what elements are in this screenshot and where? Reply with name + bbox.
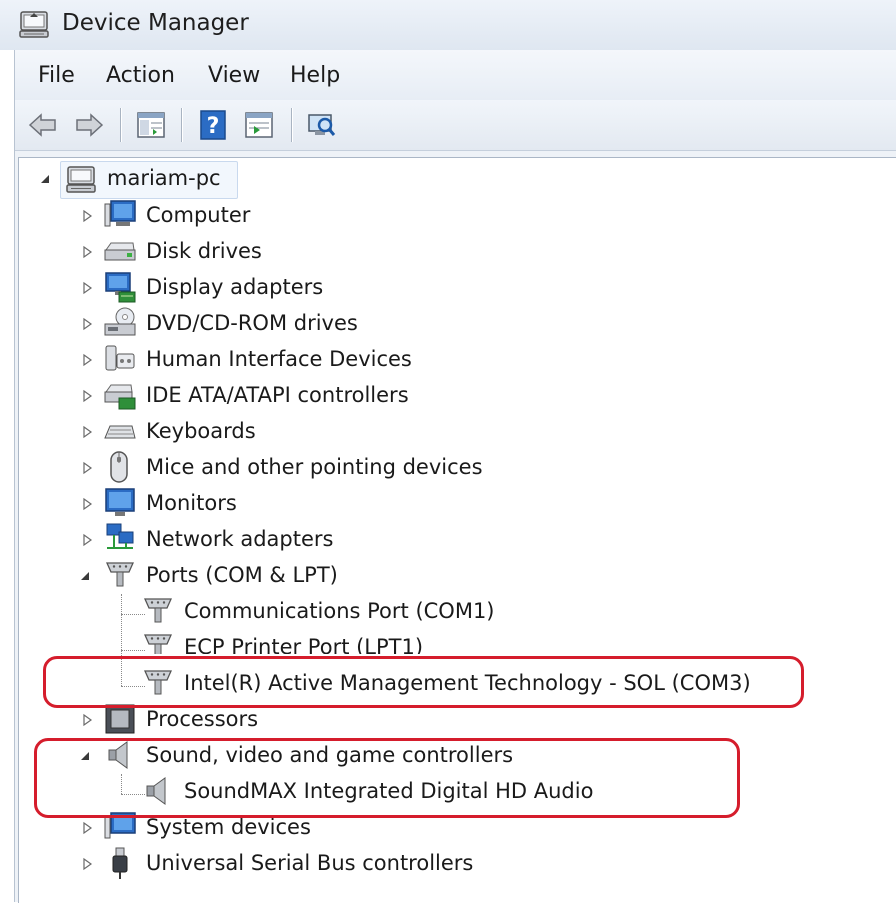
tree-item-label: Monitors <box>146 491 237 515</box>
expand-triangle-icon[interactable] <box>80 353 94 367</box>
tree-item-display-adapters[interactable]: Display adapters <box>0 270 600 306</box>
properties-icon[interactable] <box>243 109 275 141</box>
toolbar-separator <box>181 108 182 142</box>
expand-triangle-icon[interactable] <box>80 209 94 223</box>
port-icon <box>143 634 173 654</box>
expand-triangle-icon[interactable] <box>80 425 94 439</box>
window-title: Device Manager <box>62 10 249 36</box>
mouse-icon <box>110 451 128 483</box>
collapse-triangle-icon[interactable] <box>38 172 52 186</box>
tree-item-label: Ports (COM & LPT) <box>146 563 338 587</box>
menu-view[interactable]: View <box>208 63 260 88</box>
scan-hardware-icon[interactable] <box>305 109 337 141</box>
tree-item-ports[interactable]: Ports (COM & LPT) <box>0 558 600 594</box>
back-arrow-icon[interactable] <box>27 109 59 141</box>
toolbar-separator <box>291 108 292 142</box>
highlight-outline-sound <box>34 738 740 818</box>
network-adapter-icon <box>106 523 134 549</box>
tree-item-label: Mice and other pointing devices <box>146 455 483 479</box>
tree-item-dvd-drives[interactable]: DVD/CD-ROM drives <box>0 306 600 342</box>
menu-help[interactable]: Help <box>290 63 340 88</box>
tree-item-label: IDE ATA/ATAPI controllers <box>146 383 409 407</box>
tree-item-keyboards[interactable]: Keyboards <box>0 414 600 450</box>
expand-triangle-icon[interactable] <box>80 497 94 511</box>
expand-triangle-icon[interactable] <box>80 461 94 475</box>
tree-item-label: Network adapters <box>146 527 334 551</box>
expand-triangle-icon[interactable] <box>80 245 94 259</box>
expand-triangle-icon[interactable] <box>80 281 94 295</box>
menu-action[interactable]: Action <box>106 63 175 88</box>
tree-item-lpt1[interactable]: ECP Printer Port (LPT1) <box>0 630 700 654</box>
tree-item-label: Communications Port (COM1) <box>184 599 495 623</box>
highlight-outline-com3 <box>43 656 804 708</box>
computer-icon <box>104 200 136 227</box>
keyboard-icon <box>104 425 136 439</box>
forward-arrow-icon[interactable] <box>73 109 105 141</box>
tree-item-hid[interactable]: Human Interface Devices <box>0 342 600 378</box>
tree-item-label: System devices <box>146 815 311 839</box>
menu-bar: File Action View Help <box>15 50 896 100</box>
tree-item-label: Human Interface Devices <box>146 347 412 371</box>
expand-triangle-icon[interactable] <box>80 821 94 835</box>
expand-triangle-icon[interactable] <box>80 317 94 331</box>
computer-root-icon <box>66 166 96 193</box>
collapse-triangle-icon[interactable] <box>78 569 92 583</box>
tree-item-label: DVD/CD-ROM drives <box>146 311 358 335</box>
port-icon <box>105 562 135 587</box>
tree-item-label: ECP Printer Port (LPT1) <box>184 635 424 654</box>
tree-item-label: Universal Serial Bus controllers <box>146 851 474 875</box>
tree-item-monitors[interactable]: Monitors <box>0 486 600 522</box>
toolbar-separator <box>120 108 121 142</box>
tree-item-ide-controllers[interactable]: IDE ATA/ATAPI controllers <box>0 378 600 414</box>
expand-triangle-icon[interactable] <box>80 857 94 871</box>
tree-item-label: Computer <box>146 203 251 227</box>
tree-item-network-adapters[interactable]: Network adapters <box>0 522 600 558</box>
tree-item-usb-controllers[interactable]: Universal Serial Bus controllers <box>0 846 600 882</box>
tree-root-label: mariam-pc <box>107 166 221 190</box>
tree-item-mice[interactable]: Mice and other pointing devices <box>0 450 600 486</box>
tree-item-label: Processors <box>146 707 259 731</box>
ide-controller-icon <box>104 384 136 410</box>
expand-triangle-icon[interactable] <box>80 533 94 547</box>
expand-triangle-icon[interactable] <box>80 389 94 403</box>
toolbar: ? <box>15 100 896 151</box>
title-bar: Device Manager <box>0 0 896 50</box>
device-manager-icon <box>19 11 49 38</box>
help-icon[interactable]: ? <box>197 109 229 141</box>
display-adapter-icon <box>105 272 136 303</box>
menu-file[interactable]: File <box>38 63 75 88</box>
tree-item-label: Disk drives <box>146 239 262 263</box>
tree-item-label: Display adapters <box>146 275 324 299</box>
port-icon <box>143 598 173 623</box>
tree-item-label: Keyboards <box>146 419 256 443</box>
tree-item-computer[interactable]: Computer <box>0 198 600 234</box>
disk-drive-icon <box>104 242 136 261</box>
tree-item-com1[interactable]: Communications Port (COM1) <box>0 594 700 630</box>
usb-icon <box>112 847 128 879</box>
show-hide-console-tree-icon[interactable] <box>135 109 167 141</box>
hid-icon <box>105 345 135 371</box>
svg-text:?: ? <box>207 114 220 139</box>
tree-item-disk-drives[interactable]: Disk drives <box>0 234 600 270</box>
dvd-drive-icon <box>104 307 136 336</box>
monitor-icon <box>105 488 135 516</box>
expand-triangle-icon[interactable] <box>80 713 94 727</box>
